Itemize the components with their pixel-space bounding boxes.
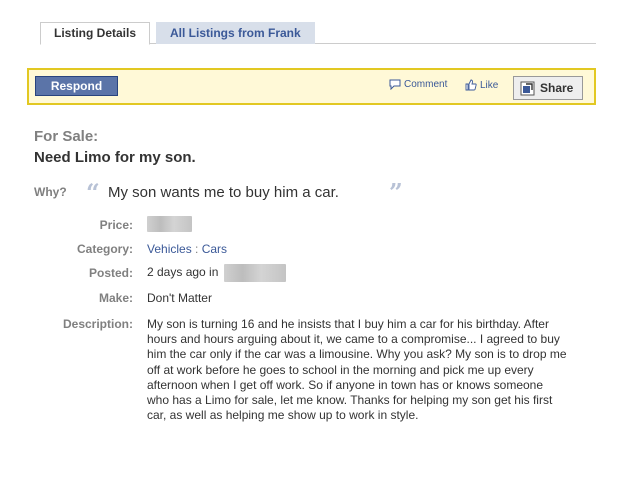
share-label: Share [540,81,574,95]
category-value: Vehicles : Cars [147,242,227,256]
close-quote-icon: ” [389,178,403,207]
posted-text: 2 days ago in [147,265,219,280]
description-label: Description: [62,317,133,331]
why-text: My son wants me to buy him a car. [108,184,339,201]
why-label: Why? [34,185,67,199]
tab-all-listings[interactable]: All Listings from Frank [156,22,315,44]
listing-type-heading: For Sale: [34,128,99,145]
price-label: Price: [99,218,133,232]
make-label: Make: [98,291,133,305]
posted-label: Posted: [88,266,133,280]
make-value: Don't Matter [147,291,212,305]
open-quote-icon: “ [86,178,100,207]
listing-tabs: Listing Details All Listings from Frank [40,22,596,45]
share-button[interactable]: Share [513,76,583,100]
share-icon [520,81,535,95]
thumbs-up-icon [465,79,477,91]
respond-button[interactable]: Respond [35,76,118,96]
description-text: My son is turning 16 and he insists that… [147,317,567,423]
posted-value: 2 days ago in [147,264,286,282]
comment-label: Comment [404,79,448,90]
tab-listing-details[interactable]: Listing Details [40,22,151,45]
comment-link[interactable]: Comment [389,79,447,90]
price-value [147,216,192,232]
like-label: Like [480,79,499,91]
category-sub-link[interactable]: Cars [202,242,227,256]
category-separator: : [191,242,202,256]
comment-icon [389,79,401,90]
action-bar: Respond Comment Like Share [27,68,596,105]
listing-title: Need Limo for my son. [34,149,196,166]
like-link[interactable]: Like [465,79,498,91]
redacted-price [147,216,192,232]
category-main-link[interactable]: Vehicles [147,242,192,256]
category-label: Category: [76,242,133,256]
redacted-location [223,264,286,282]
